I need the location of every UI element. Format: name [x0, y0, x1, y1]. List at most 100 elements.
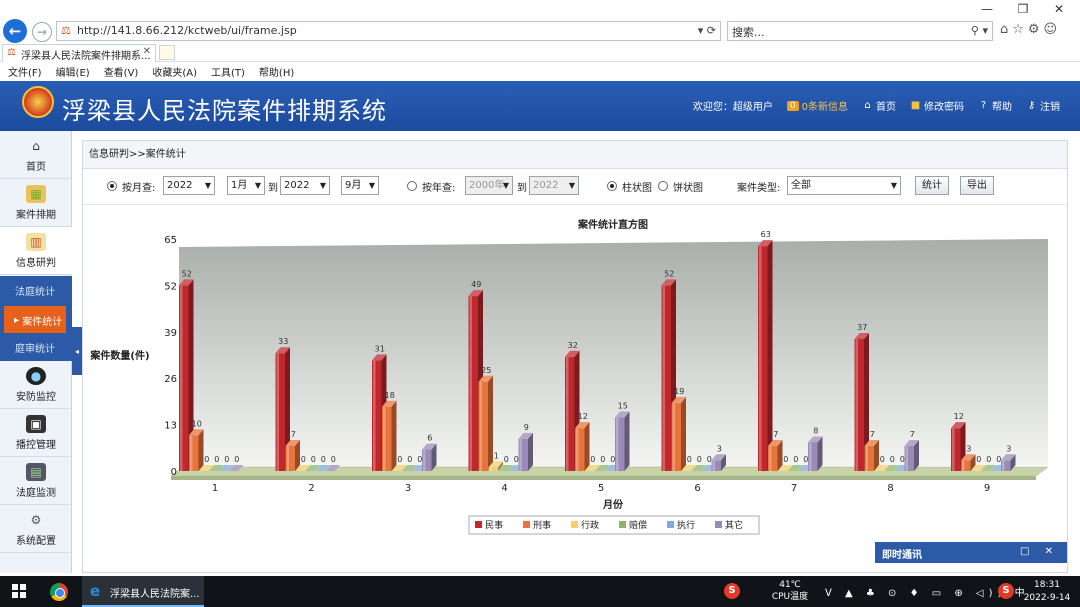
tab-close-icon[interactable]: ✕ — [143, 46, 151, 57]
by-year-option[interactable]: 按年查: — [407, 177, 455, 195]
sidebar-item-label: 安防监控 — [16, 391, 56, 403]
im-controls[interactable]: □ ✕ — [1020, 546, 1059, 557]
menu-view[interactable]: 查看(V) — [104, 64, 139, 79]
back-arrow-icon[interactable]: ← — [3, 19, 27, 43]
sidebar-item-court-monitor[interactable]: ▤ 法庭监测 — [0, 457, 72, 505]
close-window-icon[interactable]: ✕ — [1044, 2, 1074, 18]
year-from-select[interactable]: 2022 ▼ — [163, 176, 215, 195]
sogou-icon[interactable]: S — [724, 583, 740, 599]
minimize-icon[interactable]: — — [972, 2, 1002, 18]
month-to-select[interactable]: 9月 ▼ — [341, 176, 379, 195]
sidebar-item-label: 系统配置 — [16, 535, 56, 547]
change-password-link[interactable]: ■ 修改密码 — [910, 98, 964, 113]
x-tick-label: 4 — [501, 483, 507, 494]
legend-swatch — [619, 521, 626, 528]
sidebar-item-home[interactable]: ⌂ 首页 — [0, 131, 72, 179]
menu-tools[interactable]: 工具(T) — [211, 64, 245, 79]
tab-active[interactable]: ⚖ 浮梁县人民法院案件排期系... ✕ — [2, 44, 156, 62]
y-tick-label: 52 — [164, 281, 177, 292]
by-year-radio[interactable] — [407, 181, 417, 191]
sidebar: ⌂ 首页 ▦ 案件排期 ▥ 信息研判 法庭统计 ▸ 案件统计 庭审统计 ● 安防… — [0, 131, 72, 573]
system-clock[interactable]: 18:31 2022-9-14 — [1018, 579, 1076, 605]
to-label: 到 — [268, 182, 278, 194]
sidebar-item-case-schedule[interactable]: ▦ 案件排期 — [0, 179, 72, 227]
new-tab-button[interactable] — [159, 45, 175, 60]
bar-side — [681, 397, 686, 471]
sidebar-item-system-config[interactable]: ⚙ 系统配置 — [0, 505, 72, 553]
chrome-icon[interactable] — [50, 583, 68, 601]
bar-highlight — [373, 360, 376, 471]
bar-value-label: 18 — [385, 391, 395, 400]
forward-arrow-icon[interactable]: → — [32, 22, 52, 42]
chevron-down-icon: ▼ — [319, 181, 326, 190]
address-bar[interactable]: ⚖ http://141.8.66.212/kctweb/ui/frame.js… — [56, 21, 721, 41]
sidebar-sub-court-stats[interactable]: 法庭统计 — [0, 276, 72, 304]
sidebar-item-info-analysis[interactable]: ▥ 信息研判 — [0, 227, 72, 275]
menu-favorites[interactable]: 收藏夹(A) — [152, 64, 197, 79]
pie-chart-option[interactable]: 饼状图 — [658, 177, 703, 195]
bar-highlight — [276, 353, 279, 471]
year-range-to-select: 2022 ▼ — [529, 176, 579, 195]
restore-icon[interactable]: ❐ — [1008, 2, 1038, 18]
tab-favicon-icon: ⚖ — [7, 47, 16, 58]
bar-value-label: 31 — [375, 344, 385, 353]
by-month-option[interactable]: 按月查: — [107, 177, 155, 195]
y-axis: 0 13 26 39 52 65 — [164, 235, 177, 478]
bar-side — [488, 375, 493, 471]
stat-button[interactable]: 统计 — [915, 176, 949, 195]
month-from-select[interactable]: 1月 ▼ — [227, 176, 265, 195]
bar-value-label: 25 — [481, 366, 491, 375]
bar-side — [584, 422, 590, 471]
bar-value-label: 0 — [301, 455, 306, 464]
bar-value-label: 0 — [514, 455, 519, 464]
legend-label: 行政 — [581, 519, 599, 531]
y-tick-label: 26 — [164, 374, 177, 385]
bar-value-label: 0 — [783, 455, 788, 464]
menu-edit[interactable]: 编辑(E) — [56, 64, 90, 79]
sidebar-item-security-monitor[interactable]: ● 安防监控 — [0, 361, 72, 409]
bar-highlight — [469, 296, 472, 471]
menu-file[interactable]: 文件(F) — [8, 64, 42, 79]
bar-chart-option[interactable]: 柱状图 — [607, 177, 652, 195]
search-placeholder: 搜索... — [732, 26, 765, 39]
home-icon: ⌂ — [32, 138, 40, 153]
messages-link[interactable]: 0 0条新信息 — [786, 98, 848, 113]
bar — [382, 400, 397, 471]
bar-value-label: 7 — [870, 430, 875, 439]
bar-value-label: 1 — [494, 451, 499, 460]
by-month-radio[interactable] — [107, 181, 117, 191]
export-button[interactable]: 导出 — [960, 176, 994, 195]
sidebar-sub-trial-stats[interactable]: 庭审统计 — [0, 333, 72, 361]
year-to-value: 2022 — [284, 180, 310, 191]
bar-highlight — [616, 417, 619, 471]
search-icon[interactable]: ⚲ ▾ — [971, 24, 988, 37]
instant-message-panel[interactable]: 即时通讯 □ ✕ — [875, 542, 1067, 563]
chevron-down-icon: ▼ — [890, 181, 897, 190]
bar-value-label: 0 — [610, 455, 615, 464]
pie-chart-radio[interactable] — [658, 181, 668, 191]
bar-chart-label: 柱状图 — [622, 182, 652, 194]
sogou-input-icon[interactable]: S — [998, 583, 1014, 599]
x-tick-label: 7 — [791, 483, 797, 494]
bar-chart-radio[interactable] — [607, 181, 617, 191]
menu-help[interactable]: 帮助(H) — [259, 64, 294, 79]
x-axis: 1 2 3 4 5 6 7 8 9 — [212, 483, 990, 494]
tab-strip: ⚖ 浮梁县人民法院案件排期系... ✕ — [0, 44, 1080, 62]
taskbar-ie-window[interactable]: e 浮梁县人民法院案... — [82, 576, 204, 607]
monitor-icon: ▣ — [26, 414, 46, 433]
year-to-select[interactable]: 2022 ▼ — [280, 176, 330, 195]
logout-link[interactable]: ⚷ 注销 — [1026, 98, 1060, 113]
sidebar-collapse-handle[interactable]: ◂ — [72, 327, 82, 375]
browser-toolbar-icons[interactable]: ⌂☆⚙☺ — [1000, 22, 1061, 37]
bar-value-label: 10 — [192, 419, 202, 428]
windows-start-icon[interactable] — [12, 584, 26, 598]
home-link[interactable]: ⌂ 首页 — [862, 98, 896, 113]
sidebar-sub-case-stats[interactable]: ▸ 案件统计 — [4, 306, 66, 334]
refresh-icon[interactable]: ▾ ⟳ — [698, 24, 716, 37]
case-type-select[interactable]: 全部 ▼ — [787, 176, 901, 195]
sidebar-item-broadcast-control[interactable]: ▣ 播控管理 — [0, 409, 72, 457]
help-link[interactable]: ? 帮助 — [978, 98, 1012, 113]
search-input[interactable]: 搜索... ⚲ ▾ — [727, 21, 993, 41]
case-type-label: 案件类型: — [737, 182, 781, 194]
bar — [285, 440, 300, 471]
